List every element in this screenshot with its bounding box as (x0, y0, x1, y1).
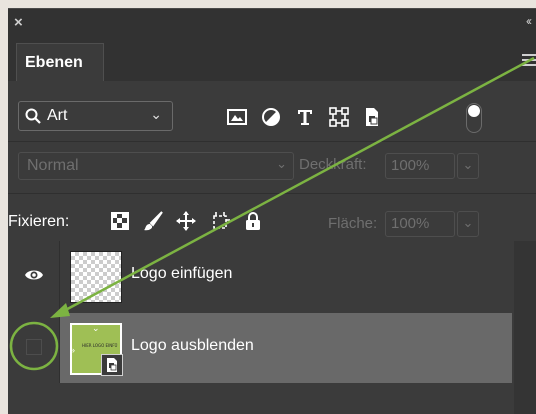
divider (8, 193, 536, 194)
lock-label: Fixieren: (8, 213, 70, 230)
divider (8, 141, 536, 142)
chevron-down-icon: ⌄ (276, 156, 287, 171)
lock-all-icon[interactable] (242, 210, 264, 232)
panel-titlebar: × ‹‹ (8, 9, 536, 37)
layer-thumbnail (70, 251, 122, 303)
lock-position-icon[interactable] (175, 210, 197, 232)
layer-row-logo-einfuegen[interactable]: Logo einfügen (8, 241, 512, 311)
fill-input[interactable]: 100% (385, 211, 455, 237)
close-icon[interactable]: × (14, 15, 23, 30)
smart-object-thumbnail: ⌄ » HIER LOGO EINFÜ (70, 323, 123, 376)
blend-mode-value: Normal (27, 157, 79, 174)
shape-icon[interactable] (328, 106, 350, 128)
visibility-toggle[interactable] (8, 313, 60, 383)
filter-toggle-switch[interactable] (466, 103, 482, 133)
visibility-toggle[interactable] (8, 241, 60, 311)
search-icon (25, 108, 41, 124)
thumbnail-text: HIER LOGO EINFÜ (82, 343, 118, 348)
fill-label: Fläche: (328, 215, 378, 232)
lock-image-icon[interactable] (142, 210, 164, 232)
adjustment-icon[interactable] (260, 106, 282, 128)
layer-name[interactable]: Logo ausblenden (131, 337, 254, 355)
screenshot-frame: × ‹‹ Ebenen Art ⌄ Normal ⌄ Deckkraft: 10… (0, 0, 536, 414)
smart-object-badge-icon (101, 354, 123, 376)
fill-dropdown[interactable]: ⌄ (457, 211, 479, 237)
filter-kind-select[interactable]: Art ⌄ (18, 101, 173, 131)
layers-list: Logo einfügen ⌄ » HIER LOGO EINFÜ Logo a… (8, 241, 512, 414)
toggle-knob (468, 105, 480, 117)
type-icon[interactable] (294, 106, 316, 128)
hidden-visibility-box (26, 339, 42, 355)
eye-icon (25, 270, 43, 280)
chevron-icon: » (70, 345, 76, 355)
layer-name[interactable]: Logo einfügen (131, 265, 232, 283)
layer-row-logo-ausblenden[interactable]: ⌄ » HIER LOGO EINFÜ Logo ausblenden (8, 313, 512, 383)
chevron-icon: ⌄ (92, 323, 100, 333)
lock-transparent-icon[interactable] (109, 210, 131, 232)
layers-panel: × ‹‹ Ebenen Art ⌄ Normal ⌄ Deckkraft: 10… (8, 8, 536, 414)
smart-object-icon[interactable] (361, 106, 383, 128)
opacity-dropdown[interactable]: ⌄ (457, 153, 479, 179)
panel-menu-icon[interactable] (522, 54, 536, 66)
lock-artboard-icon[interactable] (209, 210, 231, 232)
opacity-label: Deckkraft: (299, 156, 367, 173)
scrollbar[interactable] (514, 241, 536, 414)
filter-kind-label: Art (47, 107, 68, 124)
opacity-input[interactable]: 100% (385, 153, 455, 179)
image-icon[interactable] (226, 106, 248, 128)
blend-mode-select[interactable]: Normal ⌄ (18, 152, 294, 180)
tab-strip: Ebenen (8, 37, 536, 81)
chevron-down-icon: ⌄ (150, 106, 162, 122)
tab-ebenen[interactable]: Ebenen (16, 43, 104, 81)
collapse-icon[interactable]: ‹‹ (526, 15, 532, 27)
